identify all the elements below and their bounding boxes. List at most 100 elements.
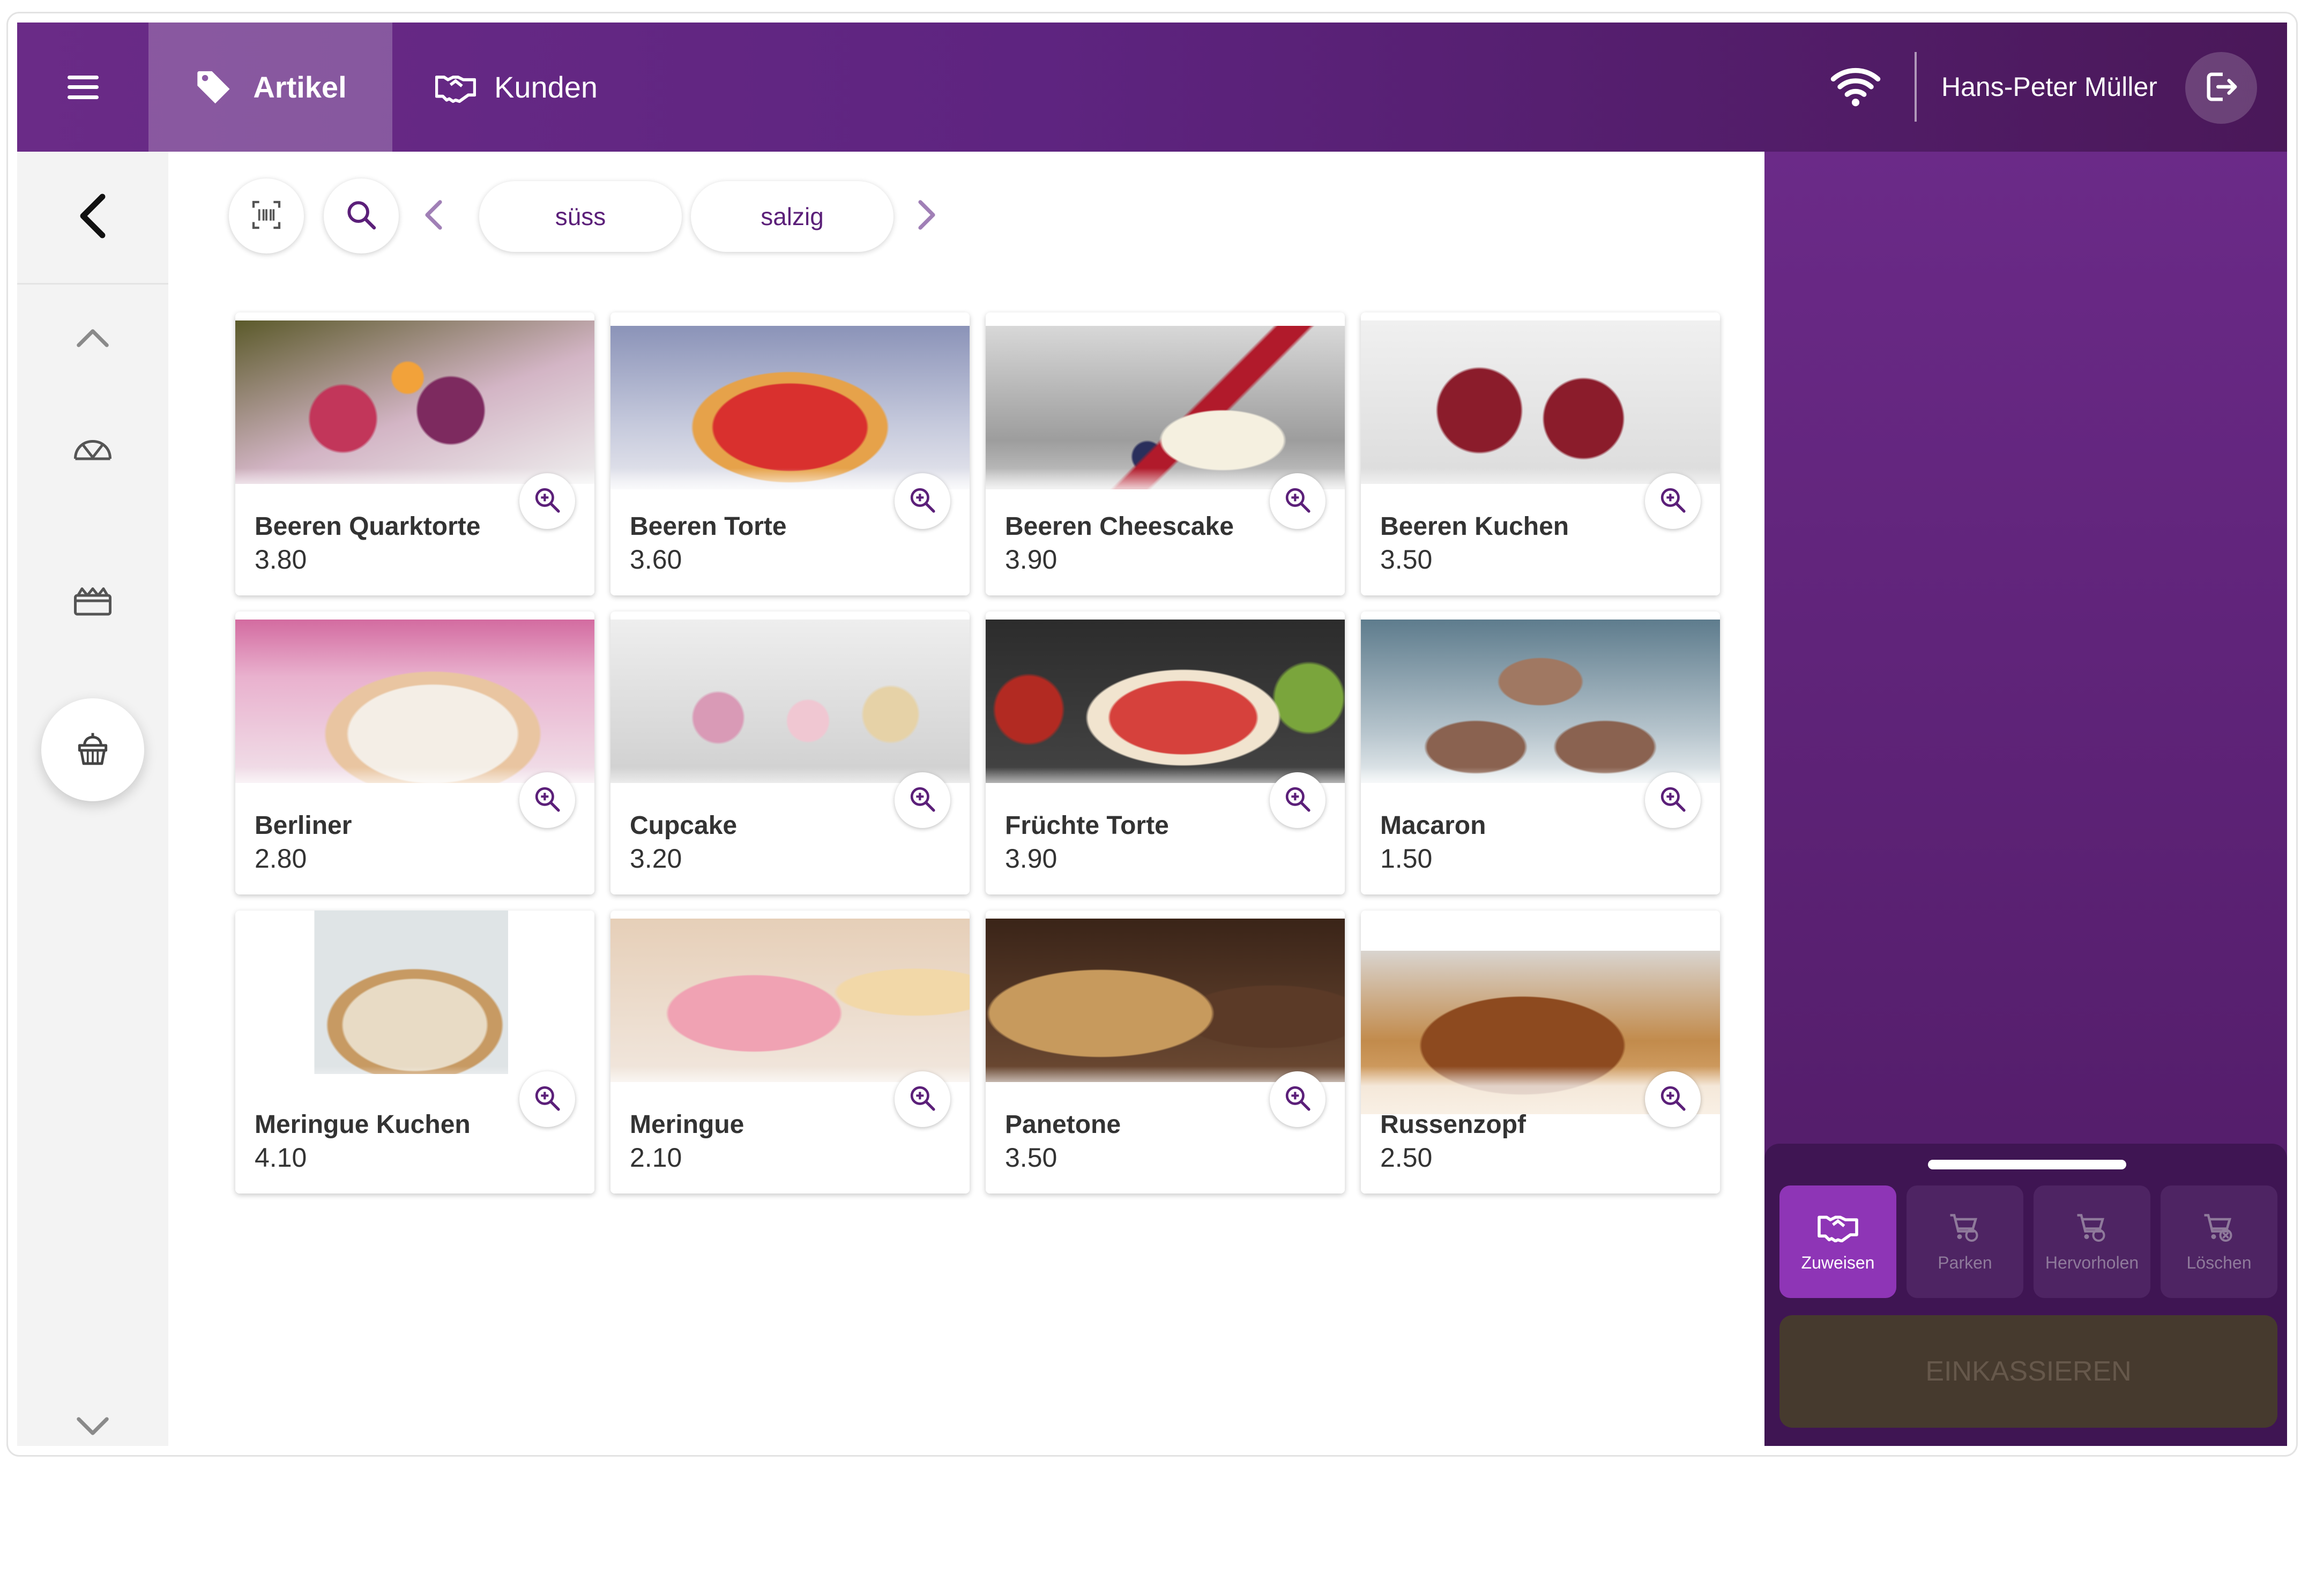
zoom-in-icon [532,485,562,518]
zoom-button[interactable] [519,1071,575,1127]
handshake-icon [1818,1211,1858,1243]
search-button[interactable] [324,178,399,253]
filter-chip-suess[interactable]: süss [479,181,682,252]
product-card[interactable]: Früchte Torte 3.90 [986,611,1345,894]
product-card[interactable]: Beeren Kuchen 3.50 [1361,312,1720,595]
product-price: 3.80 [255,545,307,575]
cart-sheet: Zuweisen Parken Hervorholen Löschen EINK… [1764,1144,2287,1446]
chips-prev-button[interactable] [418,189,450,243]
zoom-in-icon [1658,784,1688,817]
delete-label: Löschen [2186,1252,2252,1272]
box-icon [71,585,114,620]
product-card[interactable]: Beeren Cheescake 3.90 [986,312,1345,595]
zoom-in-icon [1283,485,1313,518]
barcode-scan-button[interactable] [229,178,304,253]
zoom-in-icon [532,1083,562,1116]
product-name: Russenzopf [1380,1110,1526,1139]
product-area: süss salzig Beeren Quarktorte 3.80 Beeren … [168,152,1764,1446]
cake-icon [73,729,113,771]
filter-chip-salzig[interactable]: salzig [691,181,893,252]
zoom-button[interactable] [1645,772,1701,828]
assign-label: Zuweisen [1801,1252,1875,1272]
product-card[interactable]: Meringue Kuchen 4.10 [235,911,594,1194]
top-bar: Artikel Kunden Hans-Peter Müller [17,23,2287,152]
retrieve-button[interactable]: Hervorholen [2034,1185,2150,1298]
cart-icon [2076,1211,2108,1243]
zoom-button[interactable] [1645,473,1701,529]
product-card[interactable]: Meringue 2.10 [610,911,970,1194]
zoom-in-icon [532,784,562,817]
category-box[interactable] [17,562,168,642]
park-button[interactable]: Parken [1907,1185,2023,1298]
sheet-handle[interactable] [1928,1160,2126,1169]
product-name: Meringue [630,1110,744,1139]
retrieve-label: Hervorholen [2045,1252,2139,1272]
category-cake[interactable] [41,698,144,801]
top-divider [1915,52,1917,122]
logout-button[interactable] [2185,52,2257,124]
product-price: 3.50 [1380,545,1433,575]
zoom-button[interactable] [519,772,575,828]
bread-icon [71,435,114,469]
product-name: Meringue Kuchen [255,1110,471,1139]
product-name: Beeren Cheescake [1005,512,1234,541]
product-price: 2.50 [1380,1143,1433,1173]
assign-button[interactable]: Zuweisen [1779,1185,1896,1298]
back-button[interactable] [17,152,168,285]
product-name: Macaron [1380,811,1486,840]
product-card[interactable]: Macaron 1.50 [1361,611,1720,894]
chevron-left-icon [77,193,109,241]
zoom-button[interactable] [895,1071,950,1127]
app-frame: Artikel Kunden Hans-Peter Müller süss sa… [6,12,2298,1457]
tag-icon [194,67,235,108]
tab-kunden[interactable]: Kunden [435,23,628,152]
product-price: 1.50 [1380,844,1433,874]
zoom-in-icon [1283,784,1313,817]
product-card[interactable]: Berliner 2.80 [235,611,594,894]
logout-icon [2202,68,2240,108]
menu-button[interactable] [17,23,148,152]
product-card[interactable]: Panetone 3.50 [986,911,1345,1194]
zoom-button[interactable] [895,473,950,529]
wifi-icon [1829,60,1882,114]
zoom-button[interactable] [1645,1071,1701,1127]
checkout-button[interactable]: EINKASSIEREN [1779,1315,2277,1428]
product-price: 4.10 [255,1143,307,1173]
product-price: 3.60 [630,545,682,575]
product-name: Früchte Torte [1005,811,1169,840]
scroll-down-button[interactable] [17,1387,168,1446]
zoom-in-icon [1658,485,1688,518]
zoom-button[interactable] [1270,1071,1326,1127]
product-card[interactable]: Beeren Torte 3.60 [610,312,970,595]
zoom-button[interactable] [1270,772,1326,828]
scroll-up-button[interactable] [17,299,168,379]
chevron-right-icon [916,197,937,235]
zoom-button[interactable] [519,473,575,529]
product-name: Berliner [255,811,352,840]
tab-artikel[interactable]: Artikel [148,23,392,152]
tab-kunden-label: Kunden [494,70,598,104]
product-card[interactable]: Cupcake 3.20 [610,611,970,894]
product-price: 2.10 [630,1143,682,1173]
category-bread[interactable] [17,412,168,492]
tab-artikel-label: Artikel [253,70,347,104]
zoom-in-icon [907,485,937,518]
product-name: Cupcake [630,811,738,840]
zoom-in-icon [907,784,937,817]
product-price: 3.50 [1005,1143,1058,1173]
chevron-up-icon [74,326,111,353]
chips-next-button[interactable] [911,189,943,243]
barcode-scan-icon [249,198,284,235]
product-card[interactable]: Beeren Quarktorte 3.80 [235,312,594,595]
handshake-icon [435,71,476,103]
park-label: Parken [1938,1252,1992,1272]
product-price: 3.90 [1005,844,1058,874]
zoom-in-icon [907,1083,937,1116]
delete-button[interactable]: Löschen [2161,1185,2277,1298]
product-card[interactable]: Russenzopf 2.50 [1361,911,1720,1194]
user-name: Hans-Peter Müller [1941,72,2157,102]
zoom-button[interactable] [1270,473,1326,529]
zoom-button[interactable] [895,772,950,828]
cart-icon [1949,1211,1981,1243]
chevron-down-icon [74,1414,111,1441]
